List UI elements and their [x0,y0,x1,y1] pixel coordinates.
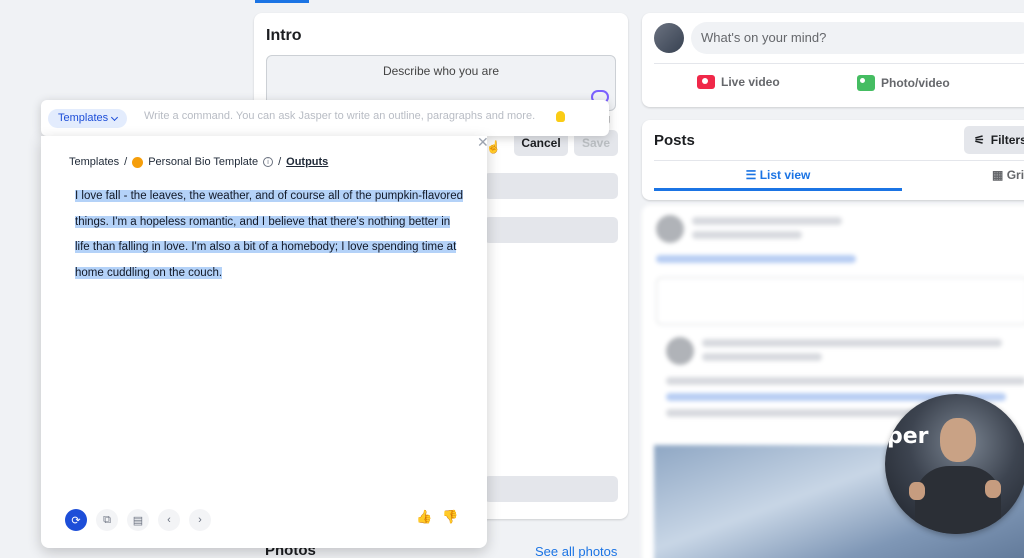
live-video-icon [697,75,715,89]
output-text[interactable]: I love fall - the leaves, the weather, a… [75,184,465,286]
breadcrumb-separator: / [124,156,128,168]
presenter-webcam: per [885,394,1024,534]
regenerate-icon[interactable]: ⟳ [65,509,87,531]
breadcrumb-template-name[interactable]: Personal Bio Template [148,156,258,168]
live-video-label: Live video [721,75,780,89]
photo-video-button[interactable]: Photo/video [857,75,950,91]
divider [654,63,1024,64]
bio-placeholder: Describe who you are [382,64,500,78]
pointer-hand-icon: ☝ [486,140,501,154]
prev-arrow-icon[interactable]: ‹ [158,509,180,531]
avatar[interactable] [654,23,684,53]
tab-list-view[interactable]: ☰ List view [654,168,902,182]
breadcrumb-templates[interactable]: Templates [69,156,119,168]
info-icon[interactable]: i [263,157,274,167]
templates-dropdown[interactable]: Templates [48,109,128,128]
whats-on-your-mind-input[interactable]: What's on your mind? [691,22,1024,54]
avatar [666,337,694,365]
see-all-photos-link[interactable]: See all photos [535,544,617,558]
document-icon[interactable]: ▤ [127,509,149,531]
photo-video-icon [857,75,875,91]
list-item [702,339,1002,347]
thumbs-down-icon[interactable]: 👎 [442,509,458,525]
filters-label: Filters [990,133,1024,147]
jasper-command-input[interactable]: Write a command. You can ask Jasper to w… [144,110,535,122]
posts-card: Posts ⚟ Filters ☰ List view ▦ Gri [642,120,1024,200]
jasper-logo-text: per [887,424,929,449]
jasper-output-panel: Templates / Personal Bio Template i / Ou… [41,134,501,548]
edit-details-row[interactable] [484,173,618,199]
list-item [692,231,802,239]
template-emoji-icon [132,156,144,168]
list-item [656,255,856,263]
presenter-body [915,466,1001,534]
list-item [666,377,1024,385]
tab-grid-label: Gri [1006,168,1024,182]
tab-list-label: List view [759,168,811,182]
grid-view-icon: ▦ [992,168,1004,182]
add-featured-row[interactable] [484,476,618,502]
presenter-head [940,418,976,462]
list-item [702,353,822,361]
breadcrumb-outputs[interactable]: Outputs [286,156,328,168]
tab-grid-view[interactable]: ▦ Gri [992,168,1024,182]
feedback-buttons: 👍 👎 [416,509,458,525]
breadcrumb: Templates / Personal Bio Template i / Ou… [69,156,328,168]
jasper-command-bar: Templates Write a command. You can ask J… [41,100,609,136]
thumbs-up-icon[interactable]: 👍 [416,509,432,525]
divider [654,160,1024,161]
dropdown-chevron-icon [111,113,119,121]
lightbulb-icon[interactable] [556,111,565,122]
presenter-hand [909,482,925,500]
active-tab-indicator [654,188,902,191]
memory-card [656,277,1024,325]
filters-button[interactable]: ⚟ Filters [964,126,1024,154]
posts-title: Posts [654,132,695,149]
list-view-icon: ☰ [745,168,757,182]
live-video-button[interactable]: Live video [697,75,780,89]
add-hobbies-row[interactable] [484,217,618,243]
presenter-hand [985,480,1001,498]
copy-icon[interactable]: ⧉ [96,509,118,531]
post-composer: What's on your mind? Live video Photo/vi… [642,13,1024,107]
intro-title: Intro [266,27,302,44]
list-item [692,217,842,225]
output-toolbar: ⟳ ⧉ ▤ ‹ › [65,509,211,531]
templates-dropdown-label: Templates [58,112,109,124]
avatar [656,215,684,243]
photo-video-label: Photo/video [881,76,950,90]
next-arrow-icon[interactable]: › [189,509,211,531]
breadcrumb-separator: / [278,156,282,168]
profile-tab-indicator [255,0,309,3]
filters-icon: ⚟ [974,133,985,147]
selected-output-text[interactable]: I love fall - the leaves, the weather, a… [75,190,464,279]
